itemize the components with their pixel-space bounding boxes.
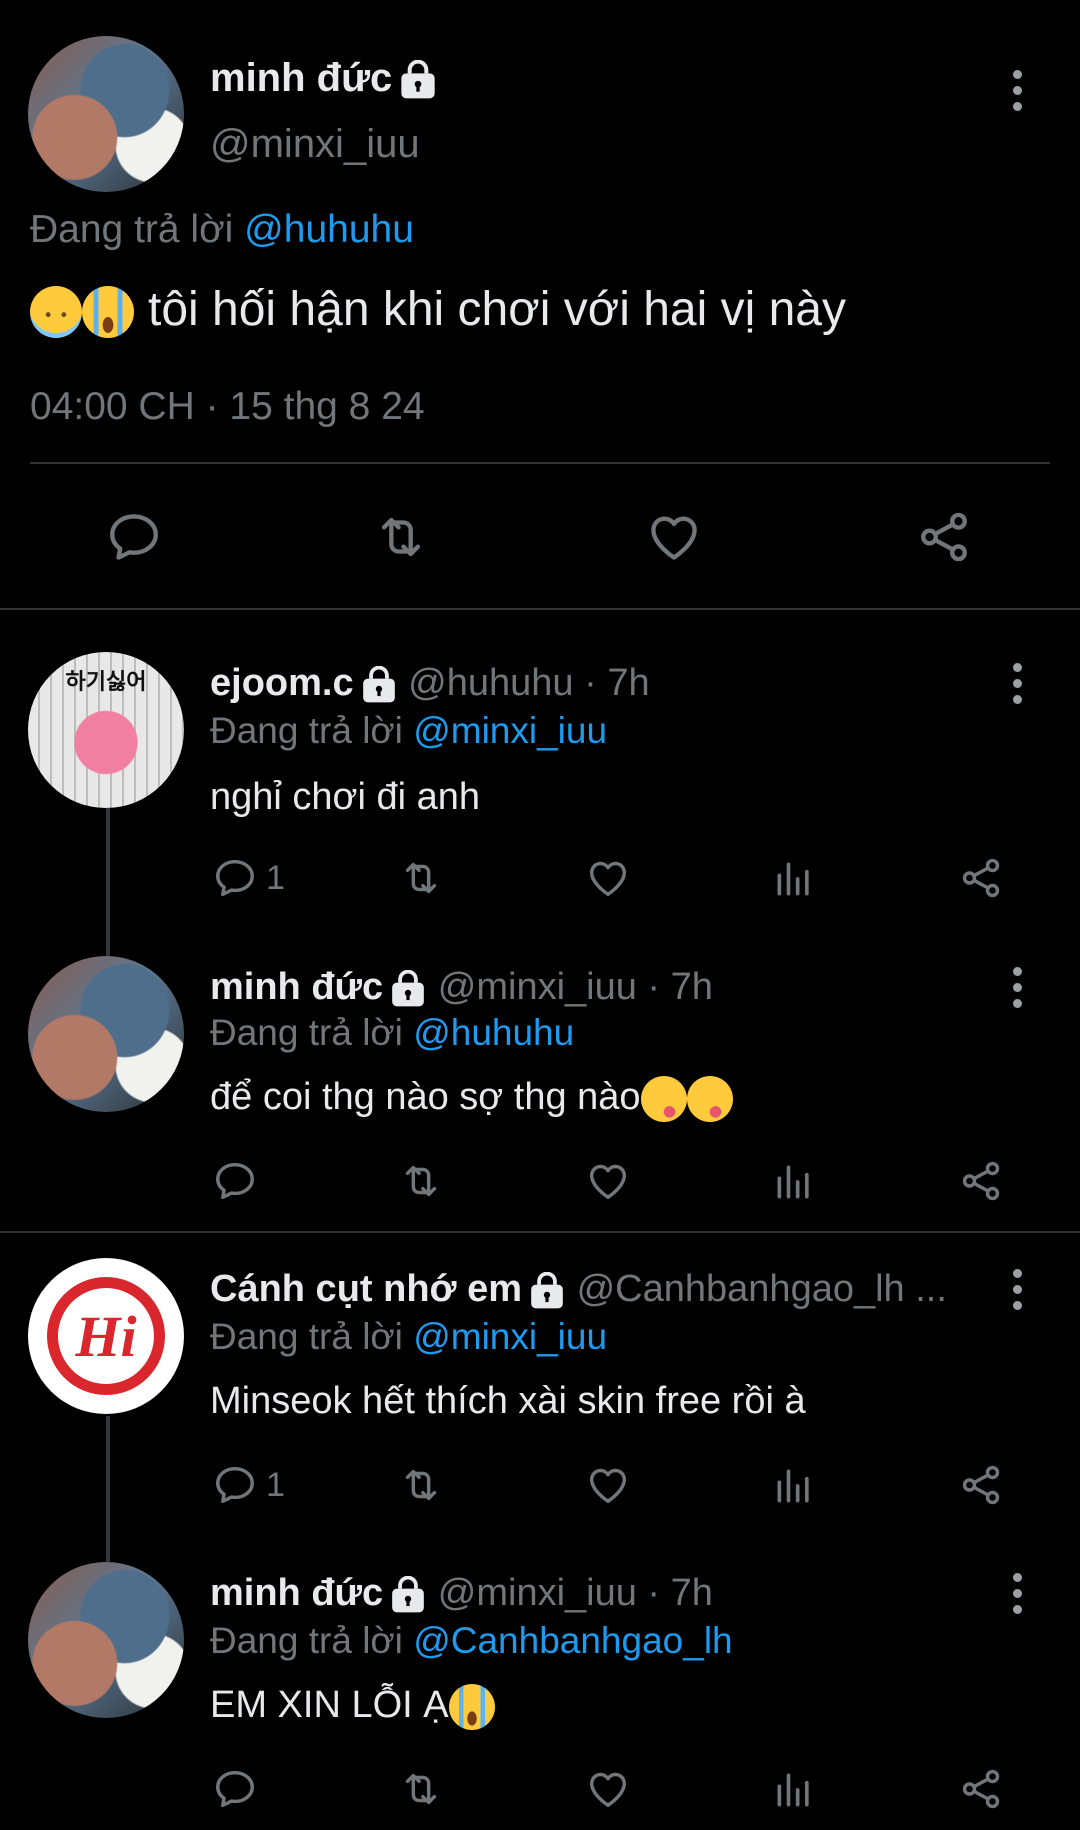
reply-text: để coi thg nào sợ thg nào bbox=[210, 1076, 733, 1122]
reply-icon[interactable] bbox=[212, 1766, 258, 1812]
reply-context: Đang trả lời @minxi_iuu bbox=[210, 1316, 607, 1358]
lock-icon bbox=[389, 970, 427, 1008]
reply-icon[interactable] bbox=[212, 1158, 258, 1204]
reply-handle: @minxi_iuu bbox=[437, 1572, 637, 1614]
reply-prefix: Đang trả lời bbox=[210, 1316, 403, 1357]
retweet-icon[interactable] bbox=[396, 1158, 446, 1204]
lock-icon bbox=[389, 1576, 427, 1614]
views-icon[interactable] bbox=[772, 1464, 816, 1508]
retweet-icon[interactable] bbox=[396, 1462, 446, 1508]
reply-avatar[interactable]: 하기싫어 bbox=[28, 652, 184, 808]
main-avatar[interactable] bbox=[28, 36, 184, 192]
retweet-icon[interactable] bbox=[396, 1766, 446, 1812]
crying-emoji-icon bbox=[448, 1684, 495, 1730]
reply-mention-link[interactable]: @huhuhu bbox=[413, 1012, 574, 1053]
reply-time: · 7h bbox=[647, 966, 713, 1008]
reply-text-content: EM XIN LỖI Ạ bbox=[210, 1684, 449, 1727]
main-timestamp[interactable]: 04:00 CH · 15 thg 8 24 bbox=[30, 385, 425, 429]
reply-mention-link[interactable]: @huhuhu bbox=[244, 208, 414, 251]
angel-emoji-icon bbox=[30, 286, 82, 339]
reply-prefix: Đang trả lời bbox=[210, 710, 403, 751]
section-divider bbox=[0, 608, 1080, 610]
reply-action[interactable]: 1 bbox=[212, 855, 285, 901]
reply-author-name: minh đức bbox=[210, 1572, 384, 1614]
reply-mention-link[interactable]: @Canhbanhgao_lh bbox=[413, 1620, 732, 1661]
retweet-icon[interactable] bbox=[370, 508, 432, 566]
reply-author[interactable]: minh đức @minxi_iuu · 7h bbox=[210, 1572, 713, 1615]
hi-logo-text: Hi bbox=[75, 1303, 137, 1369]
views-icon[interactable] bbox=[772, 1768, 816, 1812]
more-options-button[interactable] bbox=[1007, 967, 1027, 1008]
reply-author[interactable]: ejoom.c @huhuhu · 7h bbox=[210, 662, 650, 705]
reply-text: EM XIN LỖI Ạ bbox=[210, 1684, 495, 1730]
reply-handle: @huhuhu bbox=[408, 662, 574, 704]
reply-prefix: Đang trả lời bbox=[30, 208, 234, 251]
reply-author-name: minh đức bbox=[210, 966, 384, 1008]
reply-icon bbox=[212, 855, 258, 901]
reply-avatar[interactable] bbox=[28, 1562, 184, 1718]
reply-context: Đang trả lời @huhuhu bbox=[210, 1012, 574, 1054]
crying-emoji-icon bbox=[82, 286, 134, 339]
main-author-name[interactable]: minh đức bbox=[210, 56, 438, 101]
reply-avatar[interactable]: Hi bbox=[28, 1258, 184, 1414]
reply-count: 1 bbox=[266, 858, 285, 897]
like-icon[interactable] bbox=[585, 1462, 631, 1508]
share-icon[interactable] bbox=[958, 1462, 1004, 1508]
reply-mention-link[interactable]: @minxi_iuu bbox=[413, 1316, 607, 1357]
retweet-icon[interactable] bbox=[396, 855, 446, 901]
hi-logo: Hi bbox=[47, 1277, 165, 1395]
reply-time: · 7h bbox=[584, 662, 650, 704]
reply-author[interactable]: Cánh cụt nhớ em @Canhbanhgao_lh ... bbox=[210, 1268, 947, 1311]
more-options-button[interactable] bbox=[1007, 1573, 1027, 1614]
avatar-sticker-text: 하기싫어 bbox=[65, 669, 147, 694]
reply-avatar[interactable] bbox=[28, 956, 184, 1112]
section-divider bbox=[0, 1231, 1080, 1233]
zany-face-emoji-icon bbox=[686, 1076, 733, 1122]
reply-text: nghỉ chơi đi anh bbox=[210, 776, 480, 818]
like-icon[interactable] bbox=[585, 855, 631, 901]
share-icon[interactable] bbox=[958, 1158, 1004, 1204]
more-options-button[interactable] bbox=[1007, 70, 1027, 111]
lock-icon bbox=[528, 1272, 566, 1310]
reply-icon[interactable] bbox=[105, 508, 163, 566]
thread-line bbox=[106, 1416, 110, 1562]
reply-author[interactable]: minh đức @minxi_iuu · 7h bbox=[210, 966, 713, 1009]
views-icon[interactable] bbox=[772, 1160, 816, 1204]
reply-prefix: Đang trả lời bbox=[210, 1012, 403, 1053]
like-icon[interactable] bbox=[585, 1766, 631, 1812]
main-text: tôi hối hận khi chơi với hai vị này bbox=[148, 283, 846, 336]
main-reply-context: Đang trả lời @huhuhu bbox=[30, 208, 414, 252]
reply-context: Đang trả lời @Canhbanhgao_lh bbox=[210, 1620, 733, 1662]
like-icon[interactable] bbox=[645, 508, 703, 566]
reply-prefix: Đang trả lời bbox=[210, 1620, 403, 1661]
main-handle[interactable]: @minxi_iuu bbox=[210, 122, 420, 167]
thread-line bbox=[106, 808, 110, 958]
author-name-text: minh đức bbox=[210, 56, 393, 100]
lock-icon bbox=[360, 666, 398, 704]
main-meta-divider bbox=[30, 462, 1050, 464]
more-options-button[interactable] bbox=[1007, 1269, 1027, 1310]
main-tweet-text: tôi hối hận khi chơi với hai vị này bbox=[30, 282, 846, 339]
reply-count: 1 bbox=[266, 1465, 285, 1504]
lock-icon bbox=[398, 60, 438, 100]
reply-action[interactable]: 1 bbox=[212, 1462, 285, 1508]
reply-text: Minseok hết thích xài skin free rồi à bbox=[210, 1380, 806, 1422]
reply-handle: @Canhbanhgao_lh ... bbox=[576, 1268, 947, 1310]
reply-time: · 7h bbox=[647, 1572, 713, 1614]
like-icon[interactable] bbox=[585, 1158, 631, 1204]
reply-handle: @minxi_iuu bbox=[437, 966, 637, 1008]
share-icon[interactable] bbox=[958, 855, 1004, 901]
reply-context: Đang trả lời @minxi_iuu bbox=[210, 710, 607, 752]
zany-face-emoji-icon bbox=[640, 1076, 687, 1122]
share-icon[interactable] bbox=[958, 1766, 1004, 1812]
views-icon[interactable] bbox=[772, 857, 816, 901]
share-icon[interactable] bbox=[915, 508, 973, 566]
reply-author-name: ejoom.c bbox=[210, 662, 354, 704]
more-options-button[interactable] bbox=[1007, 663, 1027, 704]
reply-icon bbox=[212, 1462, 258, 1508]
reply-author-name: Cánh cụt nhớ em bbox=[210, 1268, 523, 1310]
reply-text-content: để coi thg nào sợ thg nào bbox=[210, 1076, 641, 1119]
reply-mention-link[interactable]: @minxi_iuu bbox=[413, 710, 607, 751]
